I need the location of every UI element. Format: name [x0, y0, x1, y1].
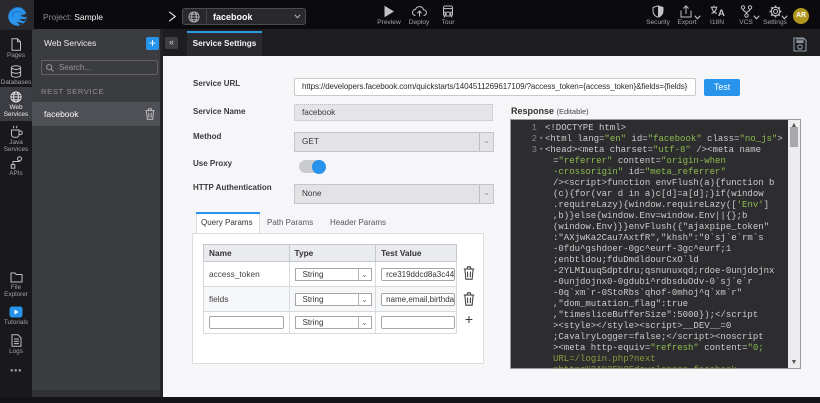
svg-text:A: A: [718, 8, 725, 18]
